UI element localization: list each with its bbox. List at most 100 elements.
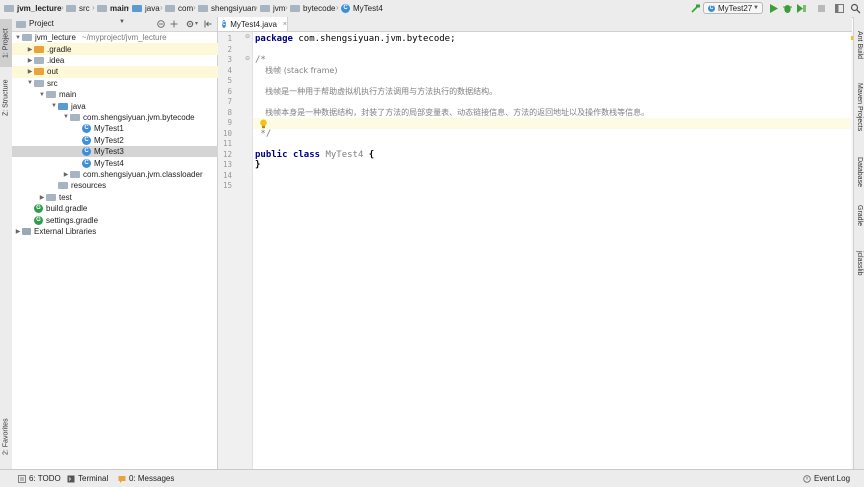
breadcrumb-jvm[interactable]: jvm — [260, 3, 285, 14]
collapse-arrow-icon[interactable]: ▶ — [26, 46, 34, 53]
tool-tab-maven-projects[interactable]: Maven Projects — [854, 83, 864, 153]
fold-marker-icon[interactable]: ⊖ — [245, 55, 250, 62]
tree-item-gradle-dir[interactable]: ▶ .gradle — [12, 43, 231, 55]
tool-tab-terminal[interactable]: Terminal — [67, 473, 108, 484]
line-number: 7 — [227, 97, 232, 106]
tree-item-jvm-lecture[interactable]: ▼ jvm_lecture ~/myproject/jvm_lecture — [12, 32, 219, 43]
right-tool-strip: Ant Build Maven Projects Database Gradle… — [853, 17, 864, 469]
source-folder-icon — [58, 102, 68, 110]
class-icon: C — [341, 4, 350, 13]
tool-tab-favorites[interactable]: 2: Favorites — [0, 409, 12, 464]
tool-tab-jclasslib[interactable]: jclasslib — [854, 251, 864, 297]
expand-arrow-icon[interactable]: ▼ — [14, 35, 22, 41]
tree-item-main[interactable]: ▼ main — [12, 89, 243, 100]
folder-icon — [46, 91, 56, 99]
breadcrumb-separator: › — [255, 3, 258, 12]
coverage-icon[interactable] — [796, 3, 807, 14]
run-configuration-select[interactable]: C MyTest27 ▼ — [703, 2, 763, 14]
tool-tab-messages[interactable]: 0: Messages — [118, 473, 174, 484]
line-number: 5 — [227, 76, 232, 85]
tool-tab-event-log[interactable]: Event Log — [803, 473, 850, 484]
breadcrumb-src[interactable]: src — [66, 3, 90, 14]
expand-arrow-icon[interactable]: ▼ — [50, 103, 58, 109]
search-icon[interactable] — [850, 3, 861, 14]
line-number: 6 — [227, 86, 232, 96]
breadcrumb-separator: › — [285, 3, 288, 12]
project-panel-title[interactable]: Project — [29, 19, 54, 28]
collapse-arrow-icon[interactable]: ▶ — [38, 194, 46, 201]
folder-icon — [290, 5, 300, 12]
navigation-bar: jvm_lecture › src › main › java › com › … — [0, 0, 864, 18]
project-panel-header: Project ▼ ▾ — [12, 17, 217, 32]
resources-folder-icon — [58, 182, 68, 190]
line-number: 14 — [222, 170, 232, 180]
collapse-arrow-icon[interactable]: ▶ — [26, 68, 34, 75]
line-number: 4 — [227, 65, 232, 75]
tree-item-settings-gradle[interactable]: Gsettings.gradle — [12, 214, 231, 225]
tree-item-external-libraries[interactable]: ▶ External Libraries — [12, 226, 219, 237]
breadcrumb-bytecode[interactable]: bytecode — [290, 3, 335, 14]
module-folder-icon — [22, 34, 32, 42]
tool-tab-ant-build[interactable]: Ant Build — [854, 31, 864, 77]
line-number: 9 — [227, 118, 232, 127]
tree-item-out[interactable]: ▶ out — [12, 66, 231, 78]
lightbulb-icon[interactable] — [259, 119, 268, 129]
line-number: 3 — [227, 55, 232, 64]
breadcrumb-separator: › — [127, 3, 130, 12]
expand-arrow-icon[interactable]: ▼ — [38, 92, 46, 98]
class-icon: C — [82, 124, 91, 134]
breadcrumb-java[interactable]: java — [132, 3, 160, 14]
breadcrumb-com[interactable]: com — [165, 3, 193, 14]
collapse-all-icon[interactable] — [157, 20, 165, 28]
breadcrumb-jvm-lecture[interactable]: jvm_lecture — [4, 3, 61, 14]
code-line-14: } — [255, 160, 261, 170]
collapse-arrow-icon[interactable]: ▶ — [62, 171, 70, 178]
folder-icon — [198, 5, 208, 12]
gear-icon[interactable] — [186, 20, 194, 28]
breadcrumb-shengsiyuan[interactable]: shengsiyuan — [198, 3, 256, 14]
tree-item-src[interactable]: ▼ src — [12, 78, 231, 89]
package-icon — [70, 170, 80, 178]
tree-item-build-gradle[interactable]: Gbuild.gradle — [12, 203, 231, 214]
code-editor[interactable]: package com.shengsiyuan.jvm.bytecode; /*… — [253, 32, 851, 469]
code-line-13: public class MyTest4 { — [255, 149, 375, 160]
line-number: 8 — [227, 107, 232, 117]
tool-tab-gradle[interactable]: Gradle — [854, 205, 864, 245]
folder-icon — [46, 193, 56, 201]
breadcrumb-main[interactable]: main — [97, 3, 129, 14]
line-number: 15 — [222, 181, 232, 190]
expand-arrow-icon[interactable]: ▼ — [62, 114, 70, 120]
collapse-arrow-icon[interactable]: ▶ — [26, 57, 34, 64]
tool-tab-todo[interactable]: 6: TODO — [18, 473, 61, 484]
tree-item-idea[interactable]: ▶ .idea — [12, 55, 231, 66]
tree-item-test[interactable]: ▶ test — [12, 192, 243, 203]
editor-tab-mytest4[interactable]: C MyTest4.java × — [218, 17, 288, 31]
project-structure-icon[interactable] — [834, 3, 845, 14]
bottom-tool-bar: 6: TODO Terminal 0: Messages Event Log — [0, 469, 864, 487]
collapse-arrow-icon[interactable]: ▶ — [14, 228, 22, 235]
chevron-down-icon[interactable]: ▾ — [195, 20, 198, 27]
fold-marker-icon[interactable]: ⊖ — [245, 33, 250, 40]
expand-arrow-icon[interactable]: ▼ — [26, 80, 34, 86]
build-hammer-icon[interactable] — [690, 3, 701, 14]
chevron-down-icon: ▼ — [753, 5, 759, 11]
tool-tab-database[interactable]: Database — [854, 157, 864, 199]
editor-gutter: 1 2 3 4 5 6 7 8 9 10 11 12 13 14 15 ⊖ ⊖ — [218, 32, 253, 469]
close-icon[interactable]: × — [283, 21, 287, 28]
code-line-3: /* — [255, 55, 266, 65]
debug-icon[interactable] — [782, 3, 793, 14]
breadcrumb-separator: › — [160, 3, 163, 12]
tool-tab-structure[interactable]: Z: Structure — [0, 73, 12, 123]
chevron-down-icon[interactable]: ▼ — [119, 19, 125, 25]
hide-panel-icon[interactable] — [204, 20, 212, 28]
code-line-1: package com.shengsiyuan.jvm.bytecode; — [255, 34, 456, 44]
run-icon[interactable] — [768, 3, 779, 14]
folder-icon — [34, 79, 44, 87]
scroll-from-source-icon[interactable] — [170, 20, 178, 28]
tool-tab-project[interactable]: 1: Project — [0, 19, 12, 67]
terminal-icon — [67, 475, 75, 482]
breadcrumb-mytest4[interactable]: C MyTest4 — [341, 3, 383, 14]
code-line-8: 栈帧本身是一种数据结构，封装了方法的局部变量表、动态链接信息、方法的返回地址以及… — [255, 107, 650, 117]
line-number: 11 — [222, 139, 232, 148]
stop-icon[interactable] — [816, 3, 827, 14]
